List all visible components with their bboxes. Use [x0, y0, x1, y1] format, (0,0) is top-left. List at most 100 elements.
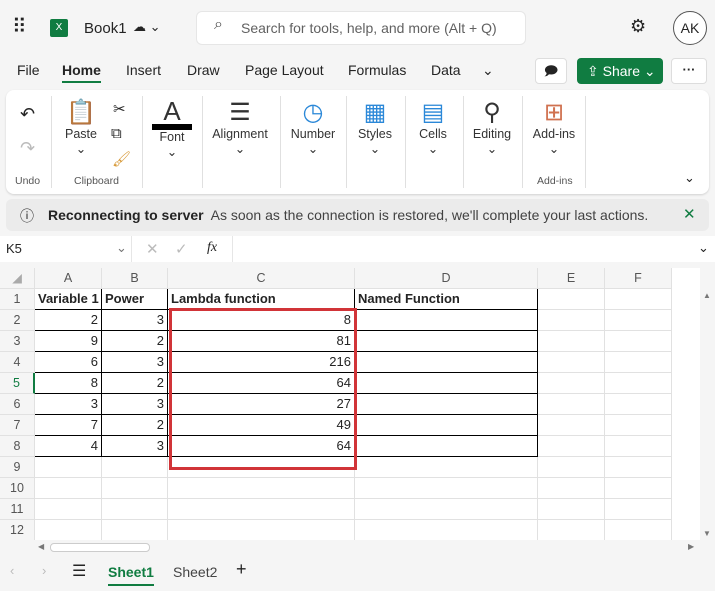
cell-E1[interactable]	[538, 289, 605, 310]
all-sheets-menu-icon[interactable]: ☰	[72, 561, 86, 581]
cut-icon[interactable]: ✂	[113, 100, 126, 118]
cell-A11[interactable]	[35, 499, 102, 520]
column-header-A[interactable]: A	[35, 268, 102, 289]
cell-E4[interactable]	[538, 352, 605, 373]
row-header-5[interactable]: 5	[0, 373, 35, 394]
cell-D7[interactable]	[355, 415, 538, 436]
cell-B11[interactable]	[102, 499, 168, 520]
formula-input[interactable]	[232, 236, 692, 262]
cell-E5[interactable]	[538, 373, 605, 394]
cell-E10[interactable]	[538, 478, 605, 499]
cell-D2[interactable]	[355, 310, 538, 331]
more-options-button[interactable]: ···	[671, 58, 707, 84]
sheet-tab-sheet2[interactable]: Sheet2	[173, 564, 217, 580]
cell-A9[interactable]	[35, 457, 102, 478]
cell-A4[interactable]: 6	[35, 352, 102, 373]
cell-E11[interactable]	[538, 499, 605, 520]
settings-icon[interactable]: ⚙	[630, 16, 646, 37]
row-header-9[interactable]: 9	[0, 457, 35, 478]
addins-button[interactable]: ⊞ Add-ins ⌄	[529, 98, 579, 156]
scroll-thumb[interactable]	[50, 543, 150, 552]
spreadsheet-grid[interactable]: ◢ A B C D E F 1 Variable 1 Power Lambda function Na…	[0, 268, 700, 541]
cell-B6[interactable]: 3	[102, 394, 168, 415]
cell-C6[interactable]: 27	[168, 394, 355, 415]
column-header-F[interactable]: F	[605, 268, 672, 289]
tab-home[interactable]: Home	[62, 62, 101, 83]
cell-C8[interactable]: 64	[168, 436, 355, 457]
row-header-2[interactable]: 2	[0, 310, 35, 331]
cell-C3[interactable]: 81	[168, 331, 355, 352]
cell-D5[interactable]	[355, 373, 538, 394]
insert-function-button[interactable]: fx	[207, 240, 217, 256]
cell-C11[interactable]	[168, 499, 355, 520]
ribbon-expand-chevron-icon[interactable]: ⌄	[684, 170, 695, 186]
tab-file[interactable]: File	[17, 62, 40, 78]
cell-B5[interactable]: 2	[102, 373, 168, 394]
format-painter-icon[interactable]: 🖌	[112, 150, 131, 168]
cell-F3[interactable]	[605, 331, 672, 352]
more-tabs-chevron-icon[interactable]: ⌄	[482, 62, 494, 79]
tab-formulas[interactable]: Formulas	[348, 62, 406, 78]
cell-C12[interactable]	[168, 520, 355, 541]
cell-A8[interactable]: 4	[35, 436, 102, 457]
cell-D12[interactable]	[355, 520, 538, 541]
cell-F2[interactable]	[605, 310, 672, 331]
row-header-10[interactable]: 10	[0, 478, 35, 499]
cancel-icon[interactable]: ✕	[146, 240, 159, 258]
tab-insert[interactable]: Insert	[126, 62, 161, 78]
expand-formula-bar-icon[interactable]: ⌄	[698, 240, 709, 256]
horizontal-scrollbar[interactable]: ◀ ▶	[0, 540, 715, 555]
paste-button[interactable]: 📋 Paste ⌄	[62, 98, 100, 156]
tab-data[interactable]: Data	[431, 62, 461, 78]
previous-sheet-icon[interactable]: ‹	[10, 563, 14, 578]
app-launcher-icon[interactable]: ⠿	[12, 14, 27, 39]
cell-F4[interactable]	[605, 352, 672, 373]
cell-B3[interactable]: 2	[102, 331, 168, 352]
row-header-11[interactable]: 11	[0, 499, 35, 520]
alignment-button[interactable]: ☰ Alignment ⌄	[208, 98, 272, 156]
cell-C9[interactable]	[168, 457, 355, 478]
row-header-3[interactable]: 3	[0, 331, 35, 352]
cell-A2[interactable]: 2	[35, 310, 102, 331]
column-header-C[interactable]: C	[168, 268, 355, 289]
cell-F9[interactable]	[605, 457, 672, 478]
cell-B12[interactable]	[102, 520, 168, 541]
cell-D8[interactable]	[355, 436, 538, 457]
tab-page-layout[interactable]: Page Layout	[245, 62, 324, 78]
row-header-7[interactable]: 7	[0, 415, 35, 436]
row-header-8[interactable]: 8	[0, 436, 35, 457]
enter-icon[interactable]: ✓	[175, 240, 188, 258]
row-header-4[interactable]: 4	[0, 352, 35, 373]
cell-E6[interactable]	[538, 394, 605, 415]
vertical-scrollbar[interactable]: ▲ ▼	[700, 289, 715, 540]
cell-E3[interactable]	[538, 331, 605, 352]
sheet-tab-sheet1[interactable]: Sheet1	[108, 564, 154, 586]
avatar[interactable]: AK	[673, 11, 707, 45]
cell-B4[interactable]: 3	[102, 352, 168, 373]
comments-button[interactable]: 🗩	[535, 58, 567, 84]
cell-C4[interactable]: 216	[168, 352, 355, 373]
cell-F10[interactable]	[605, 478, 672, 499]
cell-F8[interactable]	[605, 436, 672, 457]
cell-E7[interactable]	[538, 415, 605, 436]
cell-D4[interactable]	[355, 352, 538, 373]
editing-button[interactable]: ⚲ Editing ⌄	[469, 98, 515, 156]
cell-C7[interactable]: 49	[168, 415, 355, 436]
name-box[interactable]: K5 ⌄	[0, 236, 132, 262]
cloud-status-icon[interactable]: ☁ ⌄	[133, 19, 161, 35]
cell-A7[interactable]: 7	[35, 415, 102, 436]
cell-D3[interactable]	[355, 331, 538, 352]
cell-F6[interactable]	[605, 394, 672, 415]
cell-A3[interactable]: 9	[35, 331, 102, 352]
share-button[interactable]: ⇪ Share ⌄	[577, 58, 663, 84]
cell-F7[interactable]	[605, 415, 672, 436]
column-header-B[interactable]: B	[102, 268, 168, 289]
copy-icon[interactable]: ⧉	[111, 125, 122, 142]
workbook-name[interactable]: Book1	[84, 20, 127, 37]
cell-B2[interactable]: 3	[102, 310, 168, 331]
cell-E2[interactable]	[538, 310, 605, 331]
cell-E12[interactable]	[538, 520, 605, 541]
cell-C2[interactable]: 8	[168, 310, 355, 331]
cell-F12[interactable]	[605, 520, 672, 541]
cell-B7[interactable]: 2	[102, 415, 168, 436]
